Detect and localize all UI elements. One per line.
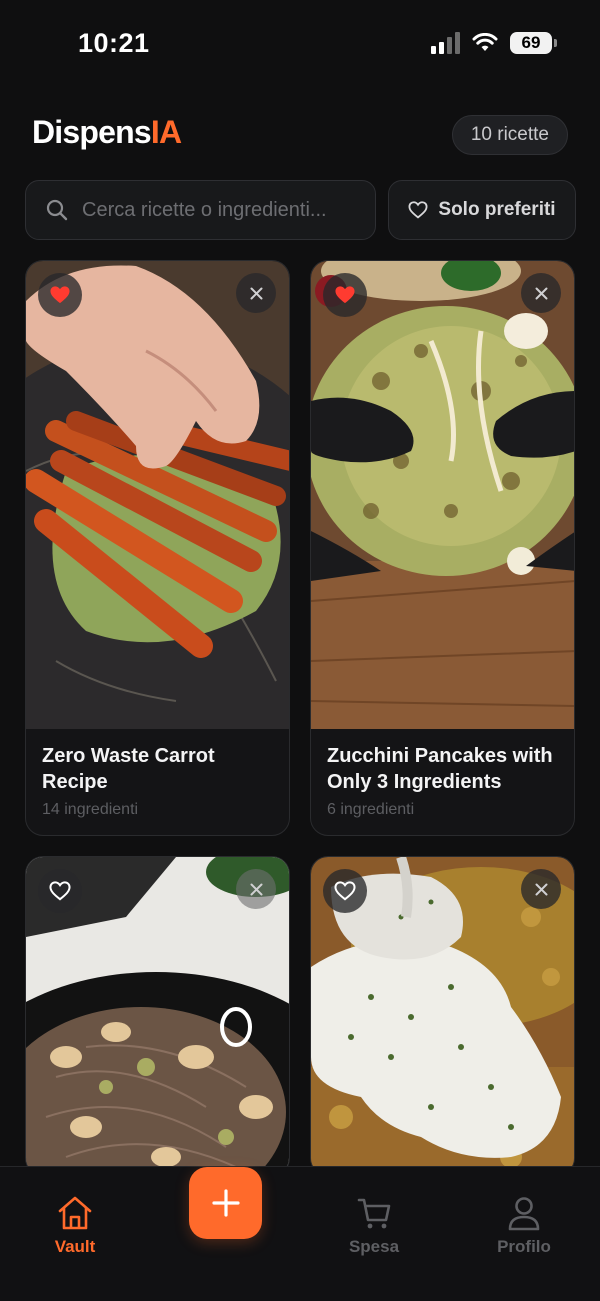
recipe-card[interactable]: Zero Waste Carrot Recipe 14 ingredienti — [25, 260, 290, 836]
heart-filled-icon — [50, 286, 70, 304]
close-icon — [250, 287, 262, 299]
favorite-toggle[interactable] — [323, 273, 367, 317]
favorites-filter-button[interactable]: Solo preferiti — [388, 180, 576, 240]
heart-outline-icon — [49, 881, 71, 901]
plus-icon — [211, 1189, 240, 1217]
remove-recipe-button[interactable] — [521, 869, 561, 909]
tab-label: Spesa — [348, 1237, 400, 1256]
recipe-ingredient-count: 14 ingredienti — [42, 801, 139, 818]
add-recipe-button[interactable] — [189, 1167, 262, 1239]
wifi-icon — [472, 33, 498, 51]
recipe-info: Zero Waste Carrot Recipe 14 ingredienti — [26, 729, 289, 833]
close-icon — [535, 287, 547, 299]
recipe-card[interactable]: Zucchini Pancakes with Only 3 Ingredient… — [310, 260, 575, 836]
recipe-card[interactable] — [25, 856, 290, 1176]
logo-text: Dispens — [32, 114, 152, 150]
home-icon — [58, 1196, 92, 1230]
bottom-tab-bar: Vault Spesa Profilo — [0, 1166, 600, 1301]
recipe-count-badge: 10 ricette — [451, 115, 568, 155]
favorite-toggle[interactable] — [38, 273, 82, 317]
tab-profilo[interactable]: Profilo — [469, 1195, 579, 1257]
tab-vault[interactable]: Vault — [20, 1195, 130, 1257]
search-bar[interactable] — [25, 180, 376, 240]
status-bar: 10:21 69 — [0, 0, 600, 90]
status-time: 10:21 — [78, 28, 150, 58]
recipe-card[interactable] — [310, 856, 575, 1176]
favorite-toggle[interactable] — [323, 869, 367, 913]
battery-level: 69 — [521, 33, 541, 52]
remove-recipe-button[interactable] — [236, 273, 276, 313]
logo-accent-text: IA — [150, 114, 182, 150]
recipe-ingredient-count: 6 ingredienti — [327, 801, 415, 818]
heart-outline-icon — [408, 201, 428, 219]
remove-recipe-button[interactable] — [521, 273, 561, 313]
recipe-photo — [311, 261, 574, 729]
heart-filled-icon — [335, 286, 355, 304]
status-icons: 69 — [431, 32, 557, 54]
remove-recipe-button[interactable] — [236, 869, 276, 909]
cellular-signal-icon — [431, 32, 460, 54]
search-icon — [46, 199, 68, 221]
battery-icon: 69 — [510, 32, 557, 54]
favorite-toggle[interactable] — [38, 869, 82, 913]
recipe-title: Zucchini Pancakes with Only 3 Ingredient… — [327, 745, 553, 793]
user-icon — [508, 1197, 540, 1231]
heart-outline-icon — [334, 881, 356, 901]
close-icon — [535, 883, 547, 895]
app-logo: DispensIA — [32, 114, 182, 151]
tab-label: Profilo — [497, 1237, 551, 1256]
recipe-photo — [26, 261, 289, 729]
cart-icon — [357, 1198, 391, 1229]
tab-spesa[interactable]: Spesa — [319, 1195, 429, 1257]
close-icon — [250, 883, 262, 895]
search-input[interactable] — [82, 198, 372, 222]
tab-label: Vault — [54, 1237, 96, 1256]
favorites-filter-label: Solo preferiti — [438, 199, 556, 220]
recipe-info: Zucchini Pancakes with Only 3 Ingredient… — [311, 729, 574, 833]
recipe-title: Zero Waste Carrot Recipe — [42, 745, 215, 793]
